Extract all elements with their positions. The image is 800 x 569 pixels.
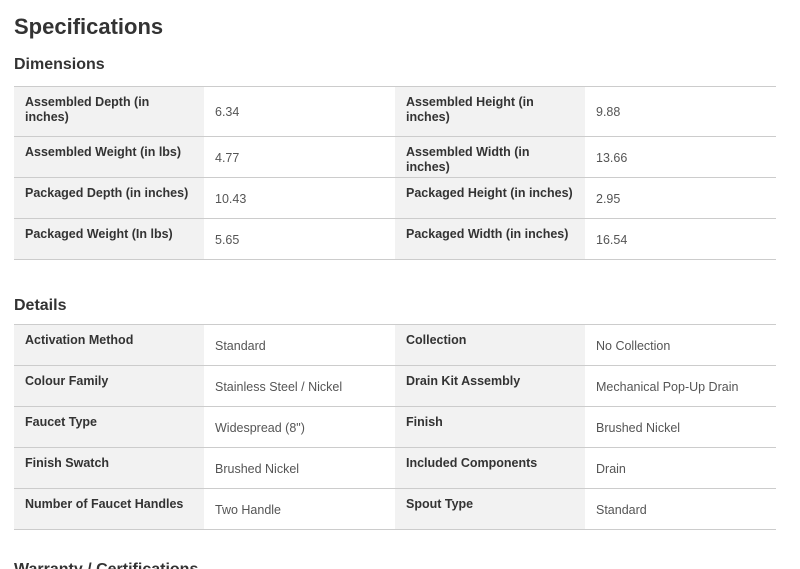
spec-value: Widespread (8") — [204, 407, 395, 447]
spec-label: Packaged Weight (In lbs) — [14, 219, 204, 259]
table-row: Activation Method Standard Collection No… — [14, 325, 776, 366]
spec-label: Drain Kit Assembly — [395, 366, 585, 406]
spec-value: Drain — [585, 448, 776, 488]
spec-label: Packaged Depth (in inches) — [14, 178, 204, 218]
spec-value: 10.43 — [204, 178, 395, 218]
table-row: Finish Swatch Brushed Nickel Included Co… — [14, 448, 776, 489]
spec-label: Assembled Width (in inches) — [395, 137, 585, 177]
spec-label: Finish — [395, 407, 585, 447]
spec-label: Included Components — [395, 448, 585, 488]
spec-label: Activation Method — [14, 325, 204, 365]
spec-label: Collection — [395, 325, 585, 365]
spec-value: Stainless Steel / Nickel — [204, 366, 395, 406]
spec-value: Two Handle — [204, 489, 395, 529]
spec-value: Mechanical Pop-Up Drain — [585, 366, 776, 406]
spec-value: 6.34 — [204, 87, 395, 136]
spec-value: 13.66 — [585, 137, 776, 177]
spec-label: Assembled Depth (in inches) — [14, 87, 204, 136]
spec-label: Spout Type — [395, 489, 585, 529]
spec-label: Assembled Weight (in lbs) — [14, 137, 204, 177]
page-title: Specifications — [14, 14, 164, 39]
spec-value: Brushed Nickel — [585, 407, 776, 447]
table-row: Assembled Weight (in lbs) 4.77 Assembled… — [14, 137, 776, 178]
spec-value: Standard — [204, 325, 395, 365]
table-row: Assembled Depth (in inches) 6.34 Assembl… — [14, 87, 776, 137]
table-row: Faucet Type Widespread (8") Finish Brush… — [14, 407, 776, 448]
spec-label: Number of Faucet Handles — [14, 489, 204, 529]
spec-value: Brushed Nickel — [204, 448, 395, 488]
spec-label: Colour Family — [14, 366, 204, 406]
table-row: Number of Faucet Handles Two Handle Spou… — [14, 489, 776, 530]
details-section-title: Details — [14, 297, 67, 314]
details-table: Activation Method Standard Collection No… — [14, 324, 776, 530]
warranty-section-title: Warranty / Certifications — [14, 559, 198, 569]
spec-value: 4.77 — [204, 137, 395, 177]
table-row: Colour Family Stainless Steel / Nickel D… — [14, 366, 776, 407]
dimensions-table: Assembled Depth (in inches) 6.34 Assembl… — [14, 86, 776, 260]
spec-label: Faucet Type — [14, 407, 204, 447]
table-row: Packaged Depth (in inches) 10.43 Package… — [14, 178, 776, 219]
spec-value: 2.95 — [585, 178, 776, 218]
dimensions-section-title: Dimensions — [14, 56, 105, 73]
spec-value: 5.65 — [204, 219, 395, 259]
spec-label: Packaged Width (in inches) — [395, 219, 585, 259]
spec-label: Packaged Height (in inches) — [395, 178, 585, 218]
spec-value: 16.54 — [585, 219, 776, 259]
spec-value: Standard — [585, 489, 776, 529]
spec-value: No Collection — [585, 325, 776, 365]
spec-label: Finish Swatch — [14, 448, 204, 488]
table-row: Packaged Weight (In lbs) 5.65 Packaged W… — [14, 219, 776, 260]
spec-value: 9.88 — [585, 87, 776, 136]
specifications-page: Specifications Dimensions Assembled Dept… — [0, 0, 800, 569]
spec-label: Assembled Height (in inches) — [395, 87, 585, 136]
